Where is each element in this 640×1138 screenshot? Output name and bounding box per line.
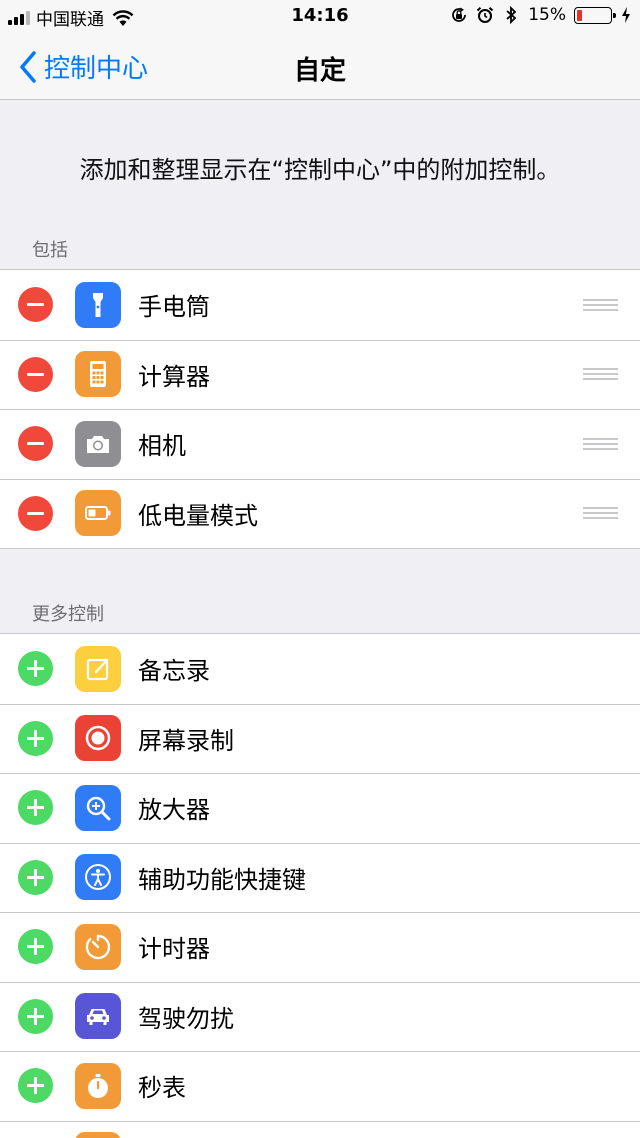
add-button[interactable]	[18, 1068, 53, 1104]
add-button[interactable]	[18, 929, 53, 965]
list-item: 低电量模式	[0, 478, 640, 549]
add-button[interactable]	[18, 790, 53, 826]
status-bar: 中国联通 14:16 15%	[0, 0, 640, 32]
battery-percent: 15%	[528, 5, 566, 25]
list-item-label: 相机	[138, 432, 186, 461]
charging-bolt-icon	[622, 7, 630, 23]
orientation-lock-icon	[452, 7, 467, 22]
list-item: 计时器	[0, 912, 640, 982]
add-button[interactable]	[18, 651, 53, 687]
list-item-label: 驾驶勿扰	[138, 1004, 234, 1033]
remove-button[interactable]	[18, 495, 53, 531]
flashlight-icon	[75, 281, 121, 328]
section-header-more-controls: 更多控制	[32, 604, 104, 625]
list-item: 相机	[0, 409, 640, 479]
reorder-grip-icon[interactable]	[583, 437, 618, 450]
back-button[interactable]: 控制中心	[18, 48, 148, 85]
magnifier-icon	[75, 784, 121, 831]
chevron-left-icon	[20, 50, 36, 83]
status-right: 15%	[450, 5, 632, 25]
add-button[interactable]	[18, 859, 53, 895]
list-item-label: 低电量模式	[138, 501, 258, 530]
alarm-clock-icon	[477, 7, 494, 23]
list-item: 备忘录	[0, 634, 640, 704]
status-left: 中国联通	[8, 5, 134, 30]
list-item-label: 备忘录	[138, 657, 210, 686]
more-controls-list: 备忘录 屏幕录制 放大器 辅助功能快捷键 计时器 驾驶勿扰 秒表	[0, 633, 640, 1138]
carrier-name: 中国联通	[36, 10, 104, 30]
partially-visible-app-icon	[75, 1132, 121, 1138]
screen-record-icon	[75, 715, 121, 762]
section-header-included: 包括	[32, 240, 68, 261]
add-button[interactable]	[18, 998, 53, 1034]
add-button[interactable]	[18, 720, 53, 756]
camera-icon	[75, 420, 121, 467]
list-item-label: 手电筒	[138, 293, 210, 322]
stopwatch-icon	[75, 1062, 121, 1109]
list-item: 秒表	[0, 1051, 640, 1121]
included-controls-list: 手电筒 计算器 相机 低电量模式	[0, 269, 640, 549]
back-button-label: 控制中心	[44, 54, 149, 84]
list-item: 放大器	[0, 773, 640, 843]
list-item	[0, 1120, 640, 1138]
reorder-grip-icon[interactable]	[583, 368, 618, 381]
navigation-bar: 控制中心 自定	[0, 32, 640, 100]
remove-button[interactable]	[18, 356, 53, 392]
list-item-label: 放大器	[138, 796, 210, 825]
list-item: 手电筒	[0, 270, 640, 340]
list-item-label: 计算器	[138, 362, 210, 391]
list-item-label: 屏幕录制	[138, 726, 234, 755]
car-icon	[75, 993, 121, 1040]
cellular-signal-icon	[8, 10, 30, 25]
page-description: 添加和整理显示在“控制中心”中的附加控制。	[79, 156, 561, 184]
list-item: 驾驶勿扰	[0, 981, 640, 1052]
bluetooth-icon	[506, 6, 517, 24]
battery-level-fill	[577, 9, 582, 21]
list-item: 辅助功能快捷键	[0, 842, 640, 913]
remove-button[interactable]	[18, 426, 53, 462]
list-item: 计算器	[0, 339, 640, 410]
wifi-icon	[112, 9, 134, 26]
reorder-grip-icon[interactable]	[583, 507, 618, 520]
list-item: 屏幕录制	[0, 703, 640, 774]
list-item-label: 辅助功能快捷键	[138, 865, 306, 894]
reorder-grip-icon[interactable]	[583, 298, 618, 311]
accessibility-icon	[75, 854, 121, 901]
timer-icon	[75, 923, 121, 970]
list-item-label: 计时器	[138, 935, 210, 964]
remove-button[interactable]	[18, 287, 53, 323]
list-item-label: 秒表	[138, 1074, 186, 1103]
battery-icon	[574, 6, 616, 24]
calculator-icon	[75, 351, 121, 398]
low-power-battery-icon	[75, 490, 121, 537]
notes-icon	[75, 645, 121, 692]
